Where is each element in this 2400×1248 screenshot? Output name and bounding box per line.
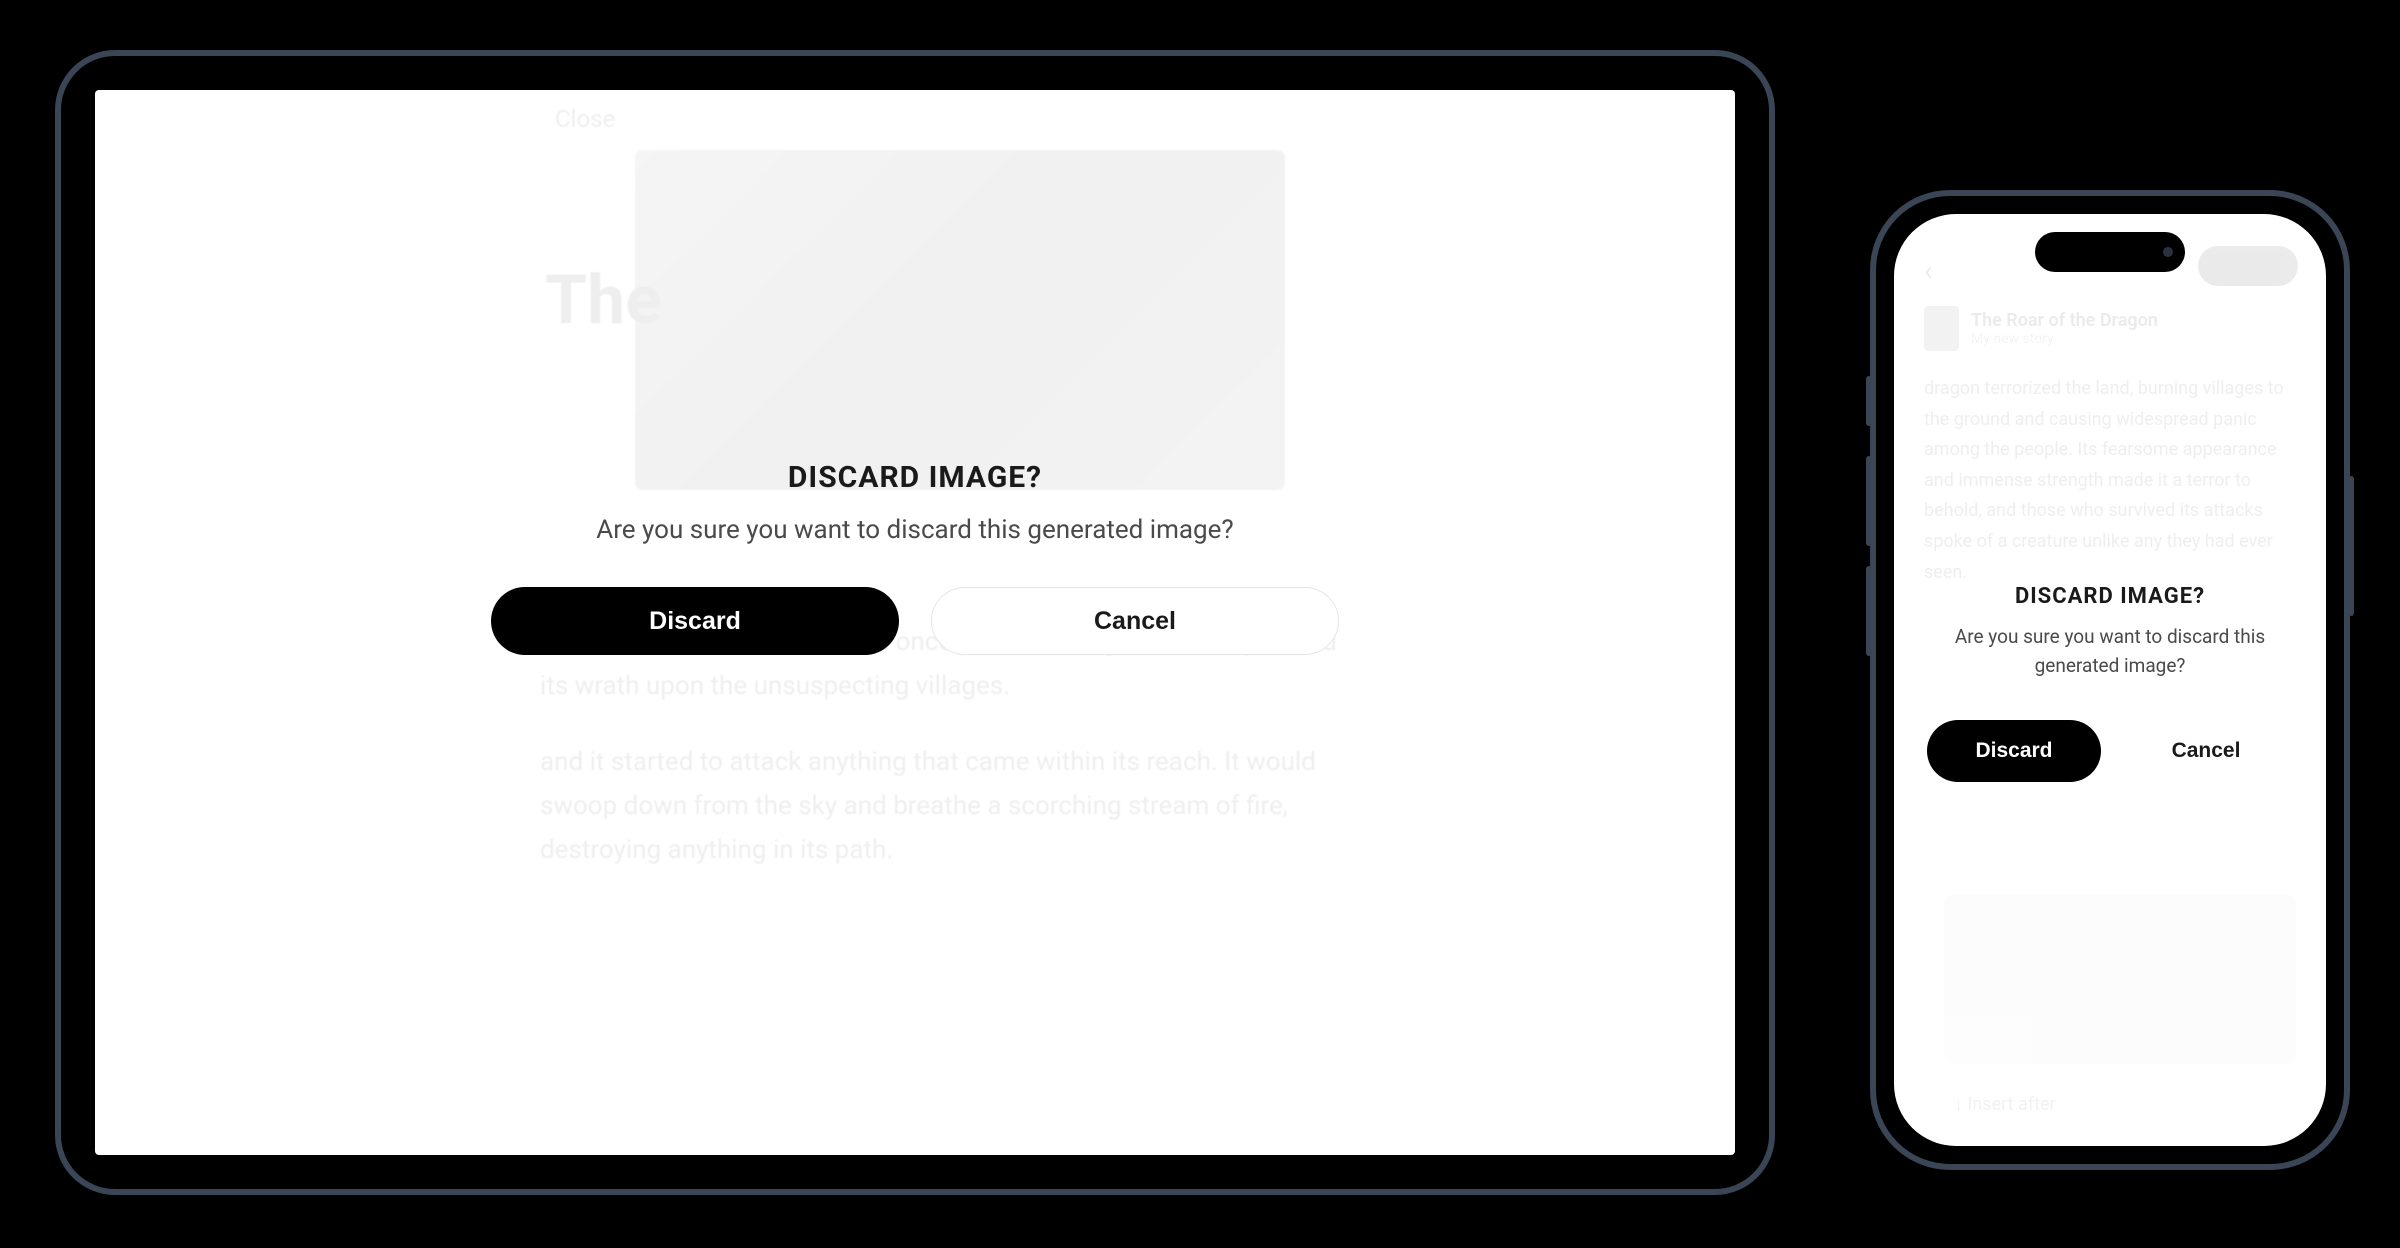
dialog-message: Are you sure you want to discard this ge… bbox=[1894, 623, 2326, 680]
camera-dot-icon bbox=[2163, 247, 2173, 257]
tablet-device-frame: Close The In the distant land of Eldoria… bbox=[55, 50, 1775, 1195]
discard-button[interactable]: Discard bbox=[1927, 720, 2101, 782]
phone-dynamic-island bbox=[2035, 232, 2185, 272]
tablet-screen: Close The In the distant land of Eldoria… bbox=[95, 90, 1735, 1155]
dialog-title: DISCARD IMAGE? bbox=[788, 460, 1042, 495]
phone-device-frame: ‹ The Roar of the Dragon My new story dr… bbox=[1870, 190, 2350, 1170]
phone-screen: ‹ The Roar of the Dragon My new story dr… bbox=[1894, 214, 2326, 1146]
discard-dialog: DISCARD IMAGE? Are you sure you want to … bbox=[1894, 214, 2326, 1146]
phone-side-button bbox=[1866, 376, 1872, 426]
phone-volume-up-button bbox=[1866, 456, 1872, 546]
dialog-button-row: Discard Cancel bbox=[491, 587, 1339, 655]
phone-power-button bbox=[2348, 476, 2354, 616]
cancel-button[interactable]: Cancel bbox=[931, 587, 1339, 655]
dialog-message: Are you sure you want to discard this ge… bbox=[596, 515, 1233, 545]
discard-dialog: DISCARD IMAGE? Are you sure you want to … bbox=[95, 90, 1735, 1155]
discard-button[interactable]: Discard bbox=[491, 587, 899, 655]
cancel-button[interactable]: Cancel bbox=[2119, 720, 2293, 782]
dialog-button-row: Discard Cancel bbox=[1927, 720, 2293, 782]
dialog-title: DISCARD IMAGE? bbox=[2015, 584, 2205, 609]
phone-volume-down-button bbox=[1866, 566, 1872, 656]
